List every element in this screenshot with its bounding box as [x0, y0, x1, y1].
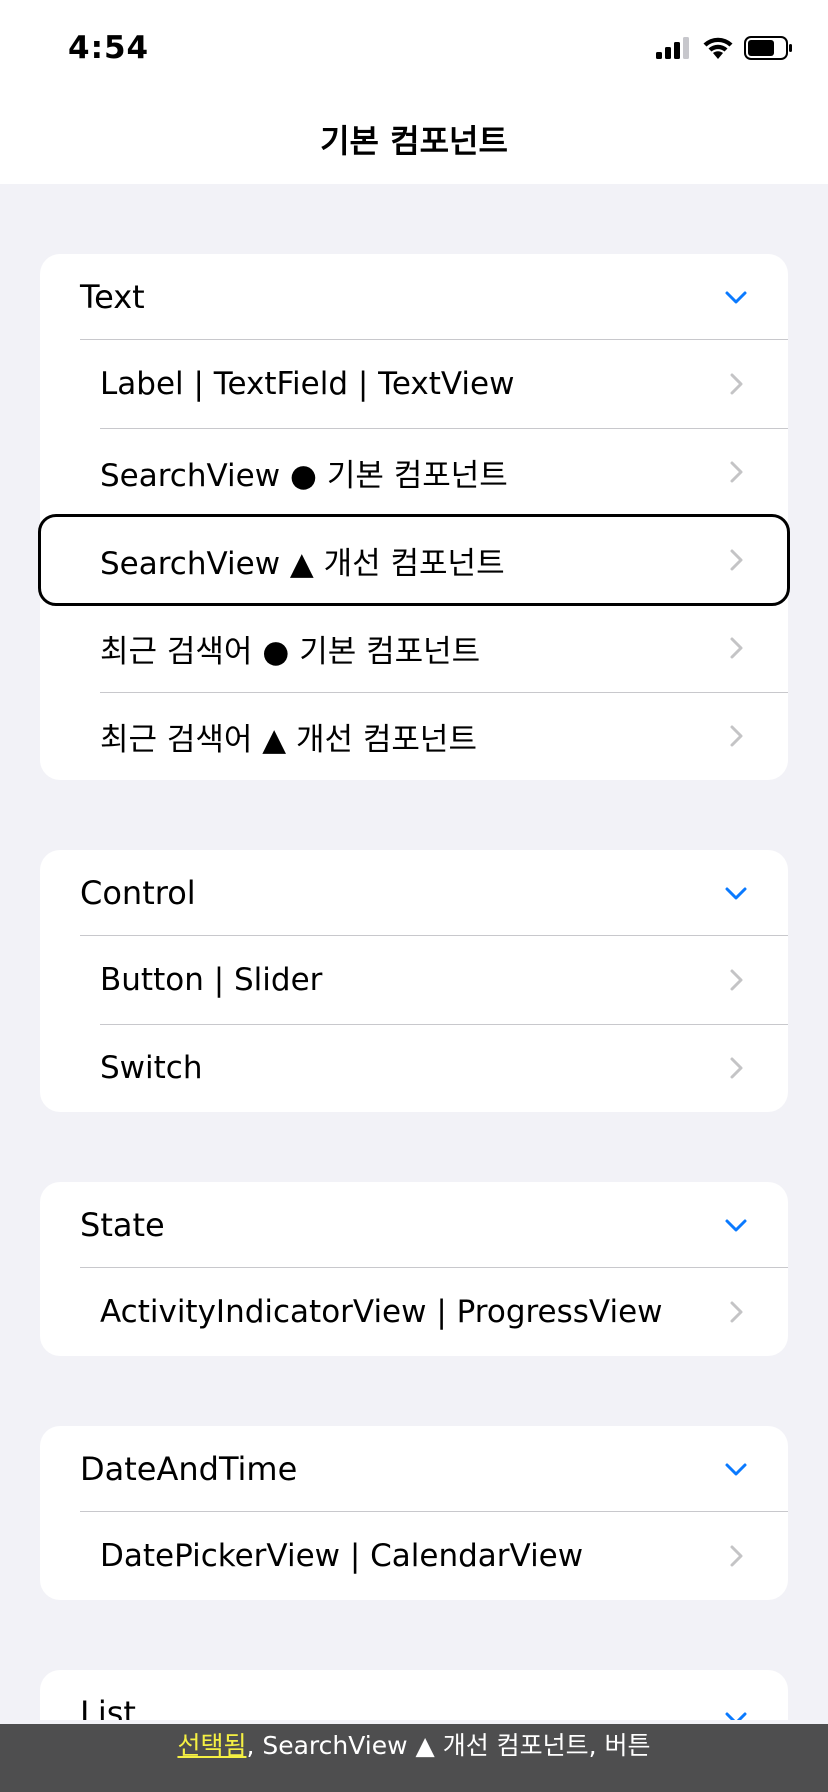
chevron-right-icon [730, 1545, 743, 1567]
list-item-label: DatePickerView | CalendarView [100, 1538, 584, 1574]
chevron-right-icon [730, 637, 743, 659]
section-title: State [80, 1206, 165, 1244]
chevron-down-icon [725, 887, 747, 900]
chevron-right-icon [730, 1301, 743, 1323]
section-state: State ActivityIndicatorView | ProgressVi… [40, 1182, 788, 1356]
list-item[interactable]: Button | Slider [40, 936, 788, 1024]
list-item[interactable]: ActivityIndicatorView | ProgressView [40, 1268, 788, 1356]
list-item[interactable]: SearchView ● 기본 컴포넌트 [40, 428, 788, 516]
section-title: DateAndTime [80, 1450, 298, 1488]
section-header-list[interactable]: List [40, 1670, 788, 1720]
chevron-down-icon [725, 1463, 747, 1476]
section-header-text[interactable]: Text [40, 254, 788, 340]
chevron-down-icon [725, 1219, 747, 1232]
list-item-label: Switch [100, 1050, 203, 1086]
list-item[interactable]: Label | TextField | TextView [40, 340, 788, 428]
chevron-right-icon [730, 725, 743, 747]
navigation-bar: 기본 컴포넌트 [0, 90, 828, 184]
section-text: Text Label | TextField | TextView Search… [38, 254, 790, 780]
list-item[interactable]: 최근 검색어 ▲ 개선 컴포넌트 [40, 692, 788, 780]
page-title: 기본 컴포넌트 [320, 122, 508, 160]
list-item-label: SearchView ▲ 개선 컴포넌트 [100, 545, 505, 582]
chevron-right-icon [730, 1057, 743, 1079]
chevron-right-icon [730, 969, 743, 991]
list-item-label: ActivityIndicatorView | ProgressView [100, 1294, 663, 1330]
chevron-right-icon [730, 549, 743, 571]
voiceover-selected-label: 선택됨 [177, 1731, 247, 1760]
list-item-label: SearchView ● 기본 컴포넌트 [100, 457, 508, 494]
section-title: Text [80, 278, 145, 316]
list-item-label: Button | Slider [100, 962, 323, 998]
section-title: Control [80, 874, 196, 912]
chevron-right-icon [730, 461, 743, 483]
list-item-label: 최근 검색어 ● 기본 컴포넌트 [100, 633, 481, 670]
list-item[interactable]: 최근 검색어 ● 기본 컴포넌트 [40, 604, 788, 692]
voiceover-description: , SearchView ▲ 개선 컴포넌트, 버튼 [246, 1731, 651, 1760]
component-list: Text Label | TextField | TextView Search… [38, 254, 790, 1790]
section-dateandtime: DateAndTime DatePickerView | CalendarVie… [40, 1426, 788, 1600]
section-header-control[interactable]: Control [40, 850, 788, 936]
chevron-down-icon [725, 1712, 747, 1720]
section-control: Control Button | Slider Switch [40, 850, 788, 1112]
chevron-down-icon [725, 291, 747, 304]
status-time: 4:54 [68, 30, 150, 66]
status-bar: 4:54 [0, 0, 828, 90]
list-item-focused[interactable]: SearchView ▲ 개선 컴포넌트 [38, 514, 790, 606]
status-icons [656, 36, 794, 60]
cellular-signal-icon [656, 37, 689, 59]
list-item-label: 최근 검색어 ▲ 개선 컴포넌트 [100, 721, 477, 758]
section-list: List [40, 1670, 788, 1720]
chevron-right-icon [730, 373, 743, 395]
list-item-label: Label | TextField | TextView [100, 366, 515, 402]
section-header-state[interactable]: State [40, 1182, 788, 1268]
battery-icon [744, 36, 792, 60]
voiceover-caption: 선택됨, SearchView ▲ 개선 컴포넌트, 버튼 [0, 1724, 828, 1792]
section-title: List [80, 1694, 136, 1720]
wifi-icon [703, 37, 733, 59]
list-item[interactable]: DatePickerView | CalendarView [40, 1512, 788, 1600]
section-header-dateandtime[interactable]: DateAndTime [40, 1426, 788, 1512]
list-item[interactable]: Switch [40, 1024, 788, 1112]
